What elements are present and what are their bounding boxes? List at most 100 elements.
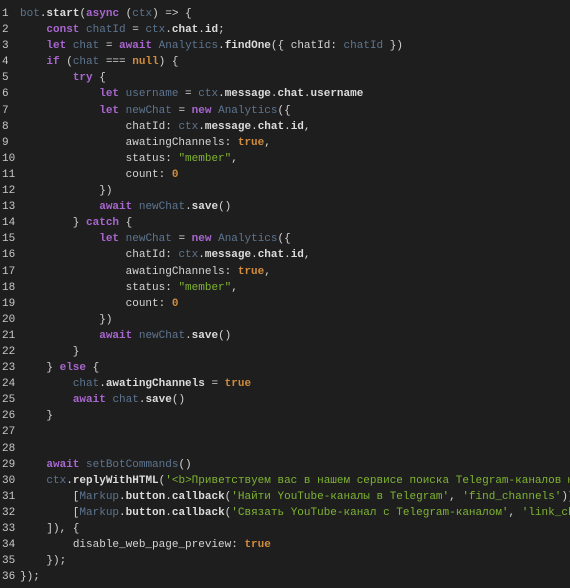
line-code: } [20,408,53,424]
line-code: try { [20,70,106,86]
variable-token: newChat [138,201,186,214]
punctuation-token: : [165,281,179,294]
member-token: replyWithHTML [72,474,159,487]
code-line[interactable]: 29 await setBotCommands() [0,457,570,473]
punctuation-token: ({ [277,233,291,246]
code-line[interactable]: 11 count: 0 [0,167,570,183]
code-line[interactable]: 18 status: "member", [0,280,570,296]
code-line[interactable]: 33 ]), { [0,521,570,537]
line-number: 17 [2,265,16,278]
punctuation-token: . [165,506,172,519]
line-code: status: "member", [20,280,238,296]
punctuation-token: , [508,506,522,519]
code-editor[interactable]: 1 bot.start(async (ctx) => {2 const chatI… [0,0,570,588]
code-line[interactable]: 7 let newChat = new Analytics({ [0,103,570,119]
punctuation-token [20,56,46,68]
member-token: id [290,120,304,133]
code-line[interactable]: 2 const chatId = ctx.chat.id; [0,22,570,38]
keyword-token: await [72,394,106,407]
line-number: 13 [2,201,16,214]
code-line[interactable]: 5 try { [0,70,570,86]
code-line[interactable]: 14 } catch { [0,215,570,231]
code-line[interactable]: 6 let username = ctx.message.chat.userna… [0,86,570,102]
variable-token: ctx [145,24,166,37]
code-line[interactable]: 12 }) [0,183,570,199]
variable-token: Markup [79,490,120,503]
punctuation-token: , [264,265,271,278]
punctuation-token [20,298,126,310]
string-token: 'Связать YouTube-канал с Telegram-канало… [231,506,509,519]
code-line[interactable]: 16 chatId: ctx.message.chat.id, [0,247,570,263]
code-line[interactable]: 22 } [0,344,570,360]
literal-token: null [132,56,159,69]
member-token: findOne [224,40,271,53]
code-line[interactable]: 1 bot.start(async (ctx) => { [0,6,570,22]
line-code: status: "member", [20,151,238,167]
code-line[interactable]: 9 awatingChannels: true, [0,135,570,151]
punctuation-token: () [178,458,192,471]
line-code: chat.awatingChannels = true [20,376,251,392]
punctuation-token: . [198,120,205,133]
variable-token: ctx [46,474,67,487]
punctuation-token: = [171,104,192,117]
code-line[interactable]: 19 count: 0 [0,296,570,312]
line-number: 15 [2,233,16,246]
keyword-token: await [119,40,153,53]
punctuation-token: ; [218,24,225,37]
code-line[interactable]: 34 disable_web_page_preview: true [0,537,570,553]
property-token: count [125,168,159,181]
code-line[interactable]: 10 status: "member", [0,151,570,167]
punctuation-token [119,105,126,117]
code-line[interactable]: 20 }) [0,312,570,328]
line-number: 19 [2,297,16,310]
keyword-token: let [99,104,120,117]
punctuation-token: : [330,40,344,53]
punctuation-token [20,475,46,487]
string-token: 'find_channels' [462,490,562,503]
variable-token: ctx [178,120,199,133]
code-line[interactable]: 8 chatId: ctx.message.chat.id, [0,119,570,135]
member-token: message [204,249,252,262]
punctuation-token [20,121,126,133]
member-token: username [310,88,364,101]
line-code: ctx.replyWithHTML('<b>Приветствуем вас в… [20,473,570,489]
code-line[interactable]: 4 if (chat === null) { [0,54,570,70]
member-token: save [191,329,219,342]
line-code: await newChat.save() [20,199,231,215]
code-line[interactable]: 21 await newChat.save() [0,328,570,344]
variable-token: Analytics [158,40,219,53]
code-line[interactable]: 25 await chat.save() [0,392,570,408]
line-number: 23 [2,362,16,375]
line-number: 31 [2,490,16,503]
punctuation-token: = [99,40,120,53]
line-number: 21 [2,329,16,342]
punctuation-token [20,459,46,471]
code-line[interactable]: 17 awatingChannels: true, [0,264,570,280]
code-line[interactable]: 32 [Markup.button.callback('Связать YouT… [0,505,570,521]
code-line[interactable]: 27 [0,424,570,440]
keyword-token: let [99,233,120,246]
member-token: start [46,8,80,20]
code-line[interactable]: 3 let chat = await Analytics.findOne({ c… [0,38,570,54]
punctuation-token [20,394,73,406]
punctuation-token: ( [119,8,133,20]
code-line[interactable]: 24 chat.awatingChannels = true [0,376,570,392]
code-line[interactable]: 35 }); [0,553,570,569]
line-number: 18 [2,281,16,294]
line-code: if (chat === null) { [20,54,178,70]
punctuation-token [132,330,139,342]
code-line[interactable]: 31 [Markup.button.callback('Найти YouTub… [0,489,570,505]
code-line[interactable]: 36}); [0,569,570,585]
code-line[interactable]: 28 [0,441,570,457]
code-line[interactable]: 26 } [0,408,570,424]
punctuation-token: ) => { [152,8,192,20]
code-line[interactable]: 30 ctx.replyWithHTML('<b>Приветствуем ва… [0,473,570,489]
punctuation-token [66,40,73,52]
line-code: }); [20,553,66,569]
code-line[interactable]: 23 } else { [0,360,570,376]
code-line[interactable]: 15 let newChat = new Analytics({ [0,231,570,247]
code-line[interactable]: 13 await newChat.save() [0,199,570,215]
punctuation-token: () [218,329,232,342]
punctuation-token [20,201,99,213]
literal-token: true [237,265,265,278]
